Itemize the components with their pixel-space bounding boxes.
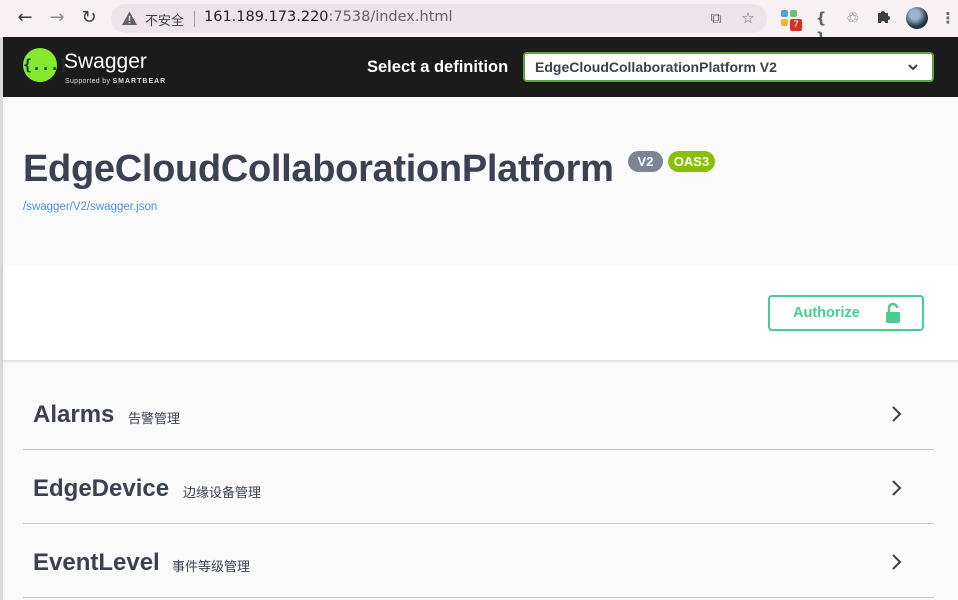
definition-select[interactable]: EdgeCloudCollaborationPlatform V2	[523, 52, 934, 82]
forward-icon[interactable]: →	[47, 8, 67, 28]
chevron-down-icon	[908, 64, 918, 71]
url-text[interactable]: 161.189.173.220:7538/index.html	[204, 9, 453, 25]
version-badge: V2	[628, 151, 663, 172]
scheme-container: Authorize	[3, 265, 958, 361]
bookmark-star-icon[interactable]: ☆	[739, 9, 757, 27]
address-bar[interactable]: 不安全 161.189.173.220:7538/index.html ⧉ ☆	[111, 4, 767, 33]
swagger-logo-subtitle: Supported by SMARTBEAR	[65, 78, 166, 85]
tag-description: 事件等级管理	[172, 560, 251, 575]
oas-badge: OAS3	[668, 151, 715, 172]
logo-supported-text: Supported by	[65, 78, 111, 85]
tag-section-alarms[interactable]: Alarms 告警管理	[23, 377, 934, 450]
chevron-right-icon	[892, 406, 902, 422]
api-info: EdgeCloudCollaborationPlatform V2 OAS3 /…	[3, 97, 958, 265]
avatar[interactable]	[906, 7, 928, 29]
translate-icon[interactable]: ⧉	[707, 9, 725, 27]
api-title: EdgeCloudCollaborationPlatform	[23, 148, 614, 190]
browser-toolbar: ← → ↻ 不安全 161.189.173.220:7538/index.htm…	[0, 0, 958, 47]
authorize-label: Authorize	[793, 305, 860, 321]
swagger-logo-icon[interactable]: {...}	[23, 48, 68, 82]
chevron-right-icon	[892, 480, 902, 496]
tag-name: EdgeDevice	[33, 475, 170, 502]
authorize-button[interactable]: Authorize	[768, 295, 924, 331]
definition-selected-value: EdgeCloudCollaborationPlatform V2	[535, 59, 777, 75]
tag-section-eventlevel[interactable]: EventLevel 事件等级管理	[23, 525, 934, 598]
definition-label: Select a definition	[367, 58, 509, 76]
extension-icon[interactable]: 7	[779, 8, 802, 31]
chevron-right-icon	[892, 554, 902, 570]
json-icon[interactable]: { }	[811, 8, 831, 47]
tag-section-edgedevice[interactable]: EdgeDevice 边缘设备管理	[23, 451, 934, 524]
tag-description: 边缘设备管理	[183, 486, 262, 501]
back-icon[interactable]: ←	[15, 8, 35, 28]
warning-icon[interactable]	[121, 10, 138, 27]
unlock-icon	[886, 302, 900, 323]
url-host: 161.189.173.220	[204, 9, 329, 25]
reload-icon[interactable]: ↻	[79, 8, 99, 28]
tag-description: 告警管理	[128, 412, 181, 427]
swagger-topbar: {...} Swagger Supported by SMARTBEAR Sel…	[3, 37, 958, 97]
swagger-logo-text[interactable]: Swagger	[64, 50, 147, 74]
url-path: :7538/index.html	[328, 9, 453, 25]
omnibox-divider	[194, 11, 195, 27]
insecure-label[interactable]: 不安全	[145, 10, 184, 29]
menu-icon[interactable]: ⋮	[938, 8, 958, 28]
puzzle-shape	[878, 11, 890, 23]
logo-company-text: SMARTBEAR	[112, 78, 167, 85]
extension-badge: 7	[790, 19, 802, 31]
tag-name: Alarms	[33, 401, 115, 428]
recycle-icon[interactable]: ♲	[843, 8, 863, 28]
tag-list: Alarms 告警管理 EdgeDevice 边缘设备管理 EventLevel…	[23, 377, 934, 599]
spec-url-link[interactable]: /swagger/V2/swagger.json	[23, 201, 157, 213]
puzzle-icon[interactable]	[874, 8, 894, 28]
tag-name: EventLevel	[33, 549, 160, 576]
